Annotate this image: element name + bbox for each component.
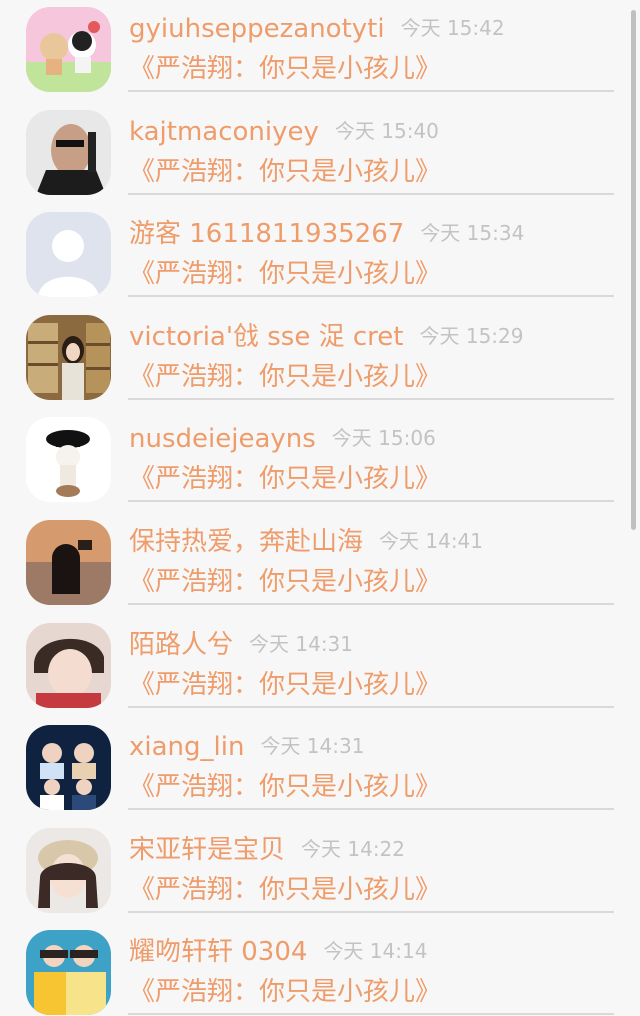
user-name-line: victoria'戗 sse 浞 cret 今天 15:29 xyxy=(129,318,524,355)
timestamp: 今天 14:41 xyxy=(379,529,484,553)
user-name-line: kajtmaconiyey 今天 15:40 xyxy=(129,113,439,150)
comment-row[interactable]: 保持热爱，奔赴山海 今天 14:41 《严浩翔：你只是小孩儿》 xyxy=(0,513,640,615)
divider xyxy=(128,808,614,811)
user-name-line: 耀吻轩轩 0304 今天 14:14 xyxy=(129,933,427,970)
divider xyxy=(128,1013,614,1016)
two-boys-icon xyxy=(26,725,111,811)
avatar[interactable] xyxy=(26,109,111,195)
user-name[interactable]: 保持热爱，奔赴山海 xyxy=(129,527,363,557)
cartoon-couple-icon xyxy=(26,7,111,92)
bookshelf-girl-icon xyxy=(26,314,111,400)
user-name[interactable]: 耀吻轩轩 0304 xyxy=(129,937,307,967)
story-title-link[interactable]: 《严浩翔：你只是小孩儿》 xyxy=(129,972,441,1012)
timestamp: 今天 15:40 xyxy=(334,118,439,143)
timestamp: 今天 14:14 xyxy=(323,939,428,964)
story-title-link[interactable]: 《严浩翔：你只是小孩儿》 xyxy=(129,562,441,602)
divider xyxy=(128,90,614,92)
timestamp: 今天 15:34 xyxy=(420,221,525,246)
man-with-gun-icon xyxy=(26,109,111,195)
user-name[interactable]: 宋亚轩是宝贝 xyxy=(129,835,285,865)
user-name-line: 游客 1611811935267 今天 15:34 xyxy=(129,215,524,252)
comment-row[interactable]: xiang_lin 今天 14:31 《严浩翔：你只是小孩儿》 xyxy=(0,718,640,820)
user-name-line: xiang_lin 今天 14:31 xyxy=(129,728,364,765)
avatar[interactable] xyxy=(26,930,111,1016)
divider xyxy=(128,295,614,298)
avatar[interactable] xyxy=(26,725,111,811)
divider xyxy=(128,192,614,195)
story-title-link[interactable]: 《严浩翔：你只是小孩儿》 xyxy=(129,870,441,910)
avatar[interactable] xyxy=(26,827,111,913)
user-name[interactable]: xiang_lin xyxy=(129,732,244,762)
avatar[interactable] xyxy=(26,314,111,400)
comment-row[interactable]: 宋亚轩是宝贝 今天 14:22 《严浩翔：你只是小孩儿》 xyxy=(0,821,640,923)
user-name[interactable]: 游客 1611811935267 xyxy=(129,219,404,249)
avatar[interactable] xyxy=(26,7,111,92)
user-name[interactable]: nusdeiejeayns xyxy=(129,424,316,454)
police-cap-figure-icon xyxy=(26,417,111,503)
story-title-link[interactable]: 《严浩翔：你只是小孩儿》 xyxy=(129,665,441,705)
story-title-link[interactable]: 《严浩翔：你只是小孩儿》 xyxy=(129,357,441,397)
user-name[interactable]: victoria'戗 sse 浞 cret xyxy=(129,322,404,352)
divider xyxy=(128,397,614,400)
timestamp: 今天 15:06 xyxy=(331,426,436,451)
user-name-line: 保持热爱，奔赴山海 今天 14:41 xyxy=(129,523,483,560)
divider xyxy=(128,910,614,913)
comment-row[interactable]: gyiuhseppezanotyti 今天 15:42 《严浩翔：你只是小孩儿》 xyxy=(0,0,640,102)
comment-row[interactable]: 游客 1611811935267 今天 15:34 《严浩翔：你只是小孩儿》 xyxy=(0,205,640,307)
sunset-girl-icon xyxy=(26,520,111,605)
story-title-link[interactable]: 《严浩翔：你只是小孩儿》 xyxy=(129,254,441,294)
divider xyxy=(128,705,614,708)
boy-portrait-icon xyxy=(26,622,111,708)
timestamp: 今天 14:22 xyxy=(301,836,406,861)
avatar[interactable] xyxy=(26,417,111,503)
comment-row[interactable]: 陌路人兮 今天 14:31 《严浩翔：你只是小孩儿》 xyxy=(0,616,640,718)
user-name[interactable]: 陌路人兮 xyxy=(129,630,233,660)
default-user-icon xyxy=(26,212,111,298)
timestamp: 今天 14:31 xyxy=(260,734,365,759)
comment-row[interactable]: kajtmaconiyey 今天 15:40 《严浩翔：你只是小孩儿》 xyxy=(0,103,640,205)
user-name[interactable]: kajtmaconiyey xyxy=(129,117,319,147)
divider xyxy=(128,500,614,503)
story-title-link[interactable]: 《严浩翔：你只是小孩儿》 xyxy=(129,767,441,807)
user-name-line: nusdeiejeayns 今天 15:06 xyxy=(129,420,436,457)
comment-row[interactable]: nusdeiejeayns 今天 15:06 《严浩翔：你只是小孩儿》 xyxy=(0,410,640,512)
story-title-link[interactable]: 《严浩翔：你只是小孩儿》 xyxy=(129,49,441,89)
avatar[interactable] xyxy=(26,622,111,708)
avatar[interactable] xyxy=(26,520,111,605)
user-name-line: 宋亚轩是宝贝 今天 14:22 xyxy=(129,831,405,868)
timestamp: 今天 14:31 xyxy=(249,631,354,656)
story-title-link[interactable]: 《严浩翔：你只是小孩儿》 xyxy=(129,459,441,499)
girl-portrait-icon xyxy=(26,827,111,913)
two-boys-yellow-icon xyxy=(26,930,111,1016)
divider xyxy=(128,603,614,605)
timestamp: 今天 15:42 xyxy=(400,16,505,40)
comment-row[interactable]: victoria'戗 sse 浞 cret 今天 15:29 《严浩翔：你只是小孩儿… xyxy=(0,308,640,410)
user-name-line: 陌路人兮 今天 14:31 xyxy=(129,626,353,663)
comment-row[interactable]: 耀吻轩轩 0304 今天 14:14 《严浩翔：你只是小孩儿》 xyxy=(0,923,640,1016)
user-name-line: gyiuhseppezanotyti 今天 15:42 xyxy=(129,10,505,47)
user-name[interactable]: gyiuhseppezanotyti xyxy=(129,14,385,44)
avatar[interactable] xyxy=(26,212,111,298)
timestamp: 今天 15:29 xyxy=(419,323,524,348)
story-title-link[interactable]: 《严浩翔：你只是小孩儿》 xyxy=(129,152,441,192)
comment-list[interactable]: gyiuhseppezanotyti 今天 15:42 《严浩翔：你只是小孩儿》 ka… xyxy=(0,0,640,1016)
